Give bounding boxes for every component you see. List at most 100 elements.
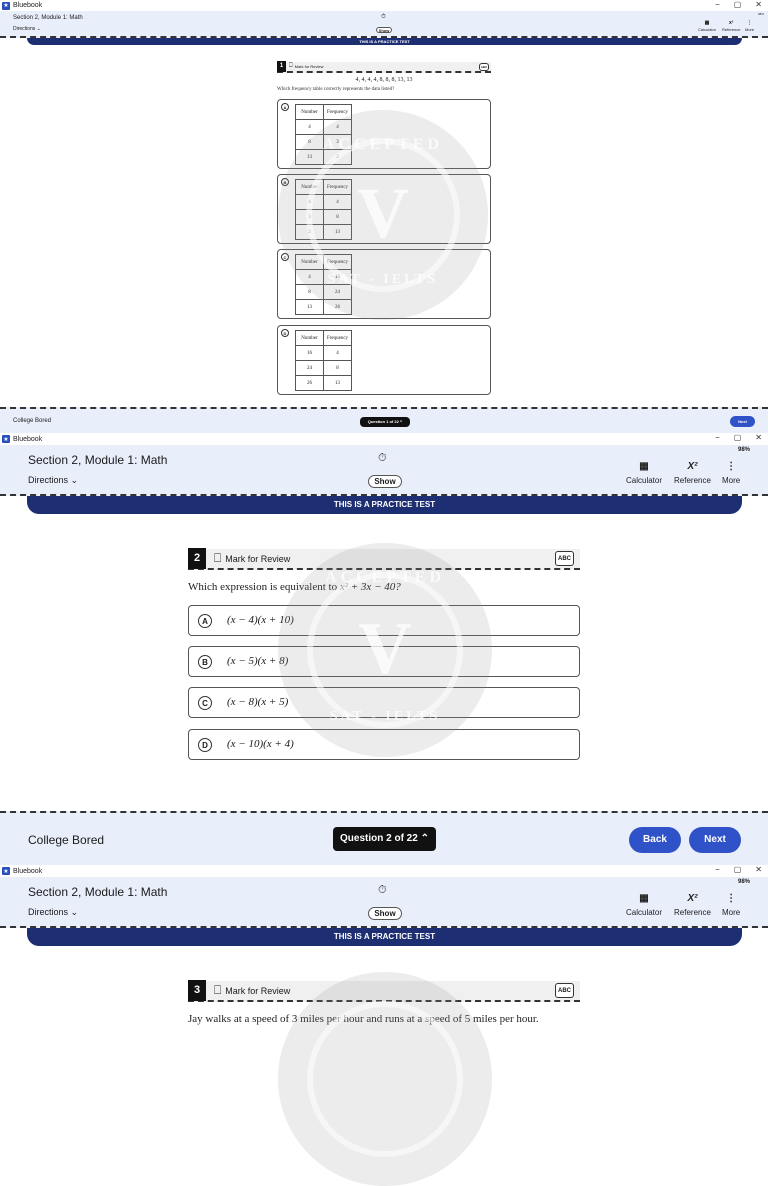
section-title: Section 2, Module 1: Math: [13, 15, 83, 21]
reference-icon: X²: [687, 893, 698, 904]
minimize-icon[interactable]: −: [715, 865, 720, 874]
table-row: 13 2: [295, 149, 352, 165]
calculator-icon: ▦: [639, 893, 649, 904]
table-cell: 24: [295, 360, 324, 376]
frequency-table: Number Frequency 16 4 24 8 26 13: [295, 330, 352, 391]
table-cell: 3: [295, 209, 324, 225]
option-letter: B: [198, 655, 212, 669]
reference-button[interactable]: X² Reference: [674, 893, 711, 917]
exam-footer-2: College Bored Question 2 of 22 ⌃ Back Ne…: [0, 811, 768, 865]
mark-for-review[interactable]: Mark for Review: [295, 64, 324, 69]
option-letter: D: [281, 329, 289, 337]
question-prompt: Which expression is equivalent to x² + 3…: [188, 581, 401, 593]
directions-toggle[interactable]: Directions ⌄: [13, 26, 41, 32]
answer-eliminator-button[interactable]: ABC: [479, 63, 489, 71]
table-header: Frequency: [323, 104, 352, 120]
table-cell: 4: [323, 194, 352, 210]
bookmark-icon[interactable]: ⎕: [214, 983, 221, 998]
minimize-icon[interactable]: −: [715, 0, 720, 9]
question-navigator[interactable]: Question 2 of 22 ⌃: [333, 827, 436, 851]
table-cell: 13: [323, 375, 352, 391]
question-navigator[interactable]: Question 1 of 22 ^: [360, 417, 410, 427]
answer-option-b[interactable]: B Number Frequency 4 4 3 8 2 13: [277, 174, 491, 244]
timer-icon[interactable]: ⏱: [378, 452, 387, 465]
calculator-button[interactable]: ▦ Calculator: [626, 893, 662, 917]
answer-eliminator-button[interactable]: ABC: [555, 983, 574, 998]
reference-icon: X²: [687, 461, 698, 472]
answer-option-c[interactable]: C Number Frequency 4 16 8 24 13 26: [277, 249, 491, 319]
section-title: Section 2, Module 1: Math: [28, 885, 168, 899]
question-prompt: Jay walks at a speed of 3 miles per hour…: [188, 1013, 539, 1025]
table-cell: 16: [323, 269, 352, 285]
table-row: 8 24: [295, 284, 352, 300]
close-icon[interactable]: ✕: [755, 0, 762, 9]
app-name: Bluebook: [13, 2, 43, 9]
reference-button[interactable]: x² Reference: [722, 20, 740, 32]
show-timer-button[interactable]: Show: [368, 475, 402, 488]
bookmark-icon[interactable]: ⎕: [214, 551, 221, 566]
more-button[interactable]: ⋮ More: [722, 893, 740, 917]
bluebook-logo-icon: ★: [2, 435, 10, 443]
battery-status: 98%: [757, 12, 764, 16]
more-icon: ⋮: [726, 461, 737, 472]
battery-status: 98%: [737, 879, 750, 885]
calculator-button[interactable]: ▦ Calculator: [626, 461, 662, 485]
table-row: 44: [295, 119, 352, 135]
show-timer-button[interactable]: Show: [376, 27, 392, 33]
table-header: Frequency: [323, 254, 352, 270]
table-cell: 13: [295, 149, 324, 165]
calculator-button[interactable]: ▦ Calculator: [698, 20, 716, 32]
directions-toggle[interactable]: Directions ⌄: [28, 475, 78, 486]
option-letter: C: [198, 696, 212, 710]
table-row: 26 13: [295, 375, 352, 391]
option-letter: C: [281, 253, 289, 261]
back-button[interactable]: Back: [629, 827, 681, 853]
question-number: 3: [188, 980, 206, 1001]
reference-button[interactable]: X² Reference: [674, 461, 711, 485]
more-icon: ⋮: [747, 20, 753, 26]
more-button[interactable]: ⋮ More: [745, 20, 754, 32]
table-cell: 2: [295, 224, 324, 240]
mark-for-review[interactable]: Mark for Review: [225, 554, 290, 564]
answer-eliminator-button[interactable]: ABC: [555, 551, 574, 566]
close-icon[interactable]: ✕: [755, 865, 762, 874]
timer-icon[interactable]: ⏱: [381, 14, 386, 21]
question-header: 1 ⎕ Mark for Review ABC: [277, 61, 491, 73]
next-button[interactable]: Next: [730, 416, 755, 427]
answer-option-d[interactable]: D (x − 10)(x + 4): [188, 729, 580, 760]
table-cell: 4: [295, 269, 324, 285]
next-button[interactable]: Next: [689, 827, 741, 853]
table-cell: 3: [323, 134, 352, 150]
table-row: 44: [295, 194, 352, 210]
question-prompt: Which frequency table correctly represen…: [277, 87, 395, 92]
table-row: 24 8: [295, 360, 352, 376]
timer-icon[interactable]: ⏱: [378, 884, 387, 897]
chevron-up-icon: ⌃: [420, 833, 429, 844]
table-row: 16 4: [295, 345, 352, 361]
frequency-table: Number Frequency 4 4 3 8 2 13: [295, 179, 352, 240]
more-button[interactable]: ⋮ More: [722, 461, 740, 485]
calculator-icon: ▦: [704, 20, 710, 26]
answer-option-a[interactable]: A Number Frequency 4 4 8 3 13 2: [277, 99, 491, 169]
answer-option-c[interactable]: C (x − 8)(x + 5): [188, 687, 580, 718]
bookmark-icon[interactable]: ⎕: [289, 63, 293, 70]
table-cell: 4: [295, 194, 324, 210]
close-icon[interactable]: ✕: [755, 433, 762, 442]
answer-option-a[interactable]: A (x − 4)(x + 10): [188, 605, 580, 636]
answer-option-b[interactable]: B (x − 5)(x + 8): [188, 646, 580, 677]
table-cell: 8: [295, 284, 324, 300]
exam-header-1: Section 2, Module 1: Math Directions ⌄ ⏱…: [0, 11, 768, 38]
minimize-icon[interactable]: −: [715, 433, 720, 442]
table-header: Frequency: [323, 179, 352, 195]
maximize-icon[interactable]: ▢: [734, 433, 742, 442]
mark-for-review[interactable]: Mark for Review: [225, 986, 290, 996]
show-timer-button[interactable]: Show: [368, 907, 402, 920]
directions-toggle[interactable]: Directions ⌄: [28, 907, 78, 918]
maximize-icon[interactable]: ▢: [734, 0, 742, 9]
table-row: 2 13: [295, 224, 352, 240]
maximize-icon[interactable]: ▢: [734, 865, 742, 874]
answer-option-d[interactable]: D Number Frequency 16 4 24 8 26 13: [277, 325, 491, 395]
table-header: Frequency: [323, 330, 352, 346]
bluebook-logo-icon: ★: [2, 1, 10, 10]
table-cell: 2: [323, 149, 352, 165]
